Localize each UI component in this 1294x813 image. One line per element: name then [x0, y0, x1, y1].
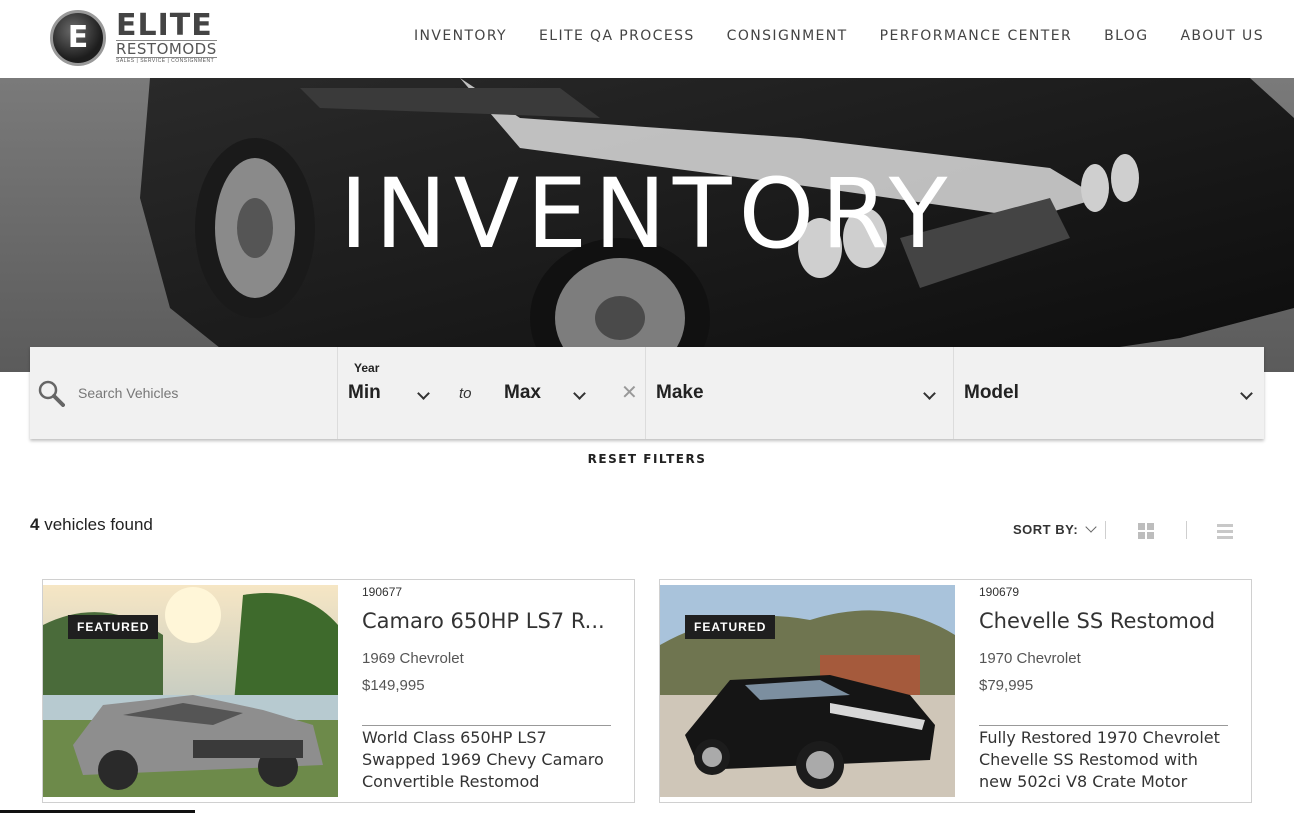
- results-count: 4 vehicles found: [30, 515, 153, 535]
- nav-consignment[interactable]: CONSIGNMENT: [727, 28, 848, 44]
- chevron-down-icon: [923, 387, 936, 400]
- search-icon: [38, 380, 65, 407]
- vehicle-card[interactable]: FEATURED 190677 Camaro 650HP LS7 R... 19…: [42, 579, 635, 803]
- chevron-down-icon: [1085, 521, 1097, 533]
- vehicle-photo[interactable]: FEATURED: [660, 585, 955, 797]
- logo-tagline: SALES | SERVICE | CONSIGNMENT: [116, 57, 215, 64]
- featured-badge: FEATURED: [68, 615, 159, 639]
- nav-elite-qa-process[interactable]: ELITE QA PROCESS: [539, 28, 695, 44]
- nav-about-us[interactable]: ABOUT US: [1180, 28, 1264, 44]
- divider: [979, 725, 1228, 726]
- vehicle-description: World Class 650HP LS7 Swapped 1969 Chevy…: [362, 728, 604, 791]
- divider: [1186, 521, 1187, 539]
- stock-number: 190679: [979, 585, 1020, 599]
- sort-dropdown[interactable]: SORT BY:: [1013, 521, 1097, 537]
- stock-number: 190677: [362, 585, 403, 599]
- logo-mark: E: [50, 10, 106, 66]
- vehicle-year-make: 1970 Chevrolet: [979, 650, 1081, 667]
- page-title: INVENTORY: [339, 158, 955, 270]
- vehicle-year-make: 1969 Chevrolet: [362, 650, 464, 667]
- featured-badge: FEATURED: [685, 615, 776, 639]
- vehicle-title[interactable]: Camaro 650HP LS7 R...: [362, 609, 612, 633]
- logo-text: ELITE RESTOMODS SALES | SERVICE | CONSIG…: [116, 7, 217, 65]
- make-select[interactable]: Make: [656, 382, 704, 404]
- clear-year-icon[interactable]: ✕: [621, 380, 638, 405]
- chevron-down-icon: [1240, 387, 1253, 400]
- search-box: [30, 347, 338, 439]
- hero-banner: INVENTORY: [0, 78, 1294, 372]
- divider: [1105, 521, 1106, 539]
- vehicle-title[interactable]: Chevelle SS Restomod: [979, 609, 1229, 633]
- year-min-select[interactable]: Min: [348, 382, 381, 404]
- divider: [362, 725, 611, 726]
- logo-mark-letter: E: [67, 20, 89, 55]
- year-max-select[interactable]: Max: [504, 382, 541, 404]
- make-filter[interactable]: Make: [646, 347, 954, 439]
- logo-name-line2: RESTOMODS: [116, 39, 217, 58]
- model-filter[interactable]: Model: [954, 347, 1264, 439]
- vehicle-card[interactable]: FEATURED 190679 Chevelle SS Restomod 197…: [659, 579, 1252, 803]
- nav-inventory[interactable]: INVENTORY: [414, 28, 507, 44]
- grid-view-icon[interactable]: [1138, 523, 1154, 539]
- model-select[interactable]: Model: [964, 382, 1019, 404]
- chevron-down-icon: [417, 387, 430, 400]
- results-count-suffix: vehicles found: [39, 515, 153, 534]
- filter-bar: Year Min to Max ✕ Make Model: [30, 347, 1264, 439]
- vehicle-price: $79,995: [979, 677, 1034, 694]
- site-header: E ELITE RESTOMODS SALES | SERVICE | CONS…: [0, 0, 1294, 78]
- vehicle-description: Fully Restored 1970 Chevrolet Chevelle S…: [979, 728, 1220, 791]
- year-to-text: to: [459, 385, 472, 402]
- main-nav: INVENTORY ELITE QA PROCESS CONSIGNMENT P…: [414, 28, 1264, 44]
- reset-filters-button[interactable]: RESET FILTERS: [0, 452, 1294, 466]
- chevron-down-icon: [573, 387, 586, 400]
- year-filter: Year Min to Max ✕: [338, 347, 646, 439]
- nav-blog[interactable]: BLOG: [1104, 28, 1148, 44]
- logo[interactable]: E ELITE RESTOMODS SALES | SERVICE | CONS…: [50, 9, 220, 67]
- list-view-icon[interactable]: [1217, 524, 1233, 542]
- nav-performance-center[interactable]: PERFORMANCE CENTER: [880, 28, 1072, 44]
- year-label: Year: [354, 361, 380, 375]
- vehicle-price: $149,995: [362, 677, 425, 694]
- logo-name-line1: ELITE: [116, 7, 213, 43]
- search-input[interactable]: [78, 381, 318, 405]
- vehicle-photo[interactable]: FEATURED: [43, 585, 338, 797]
- sort-label: SORT BY:: [1013, 522, 1079, 537]
